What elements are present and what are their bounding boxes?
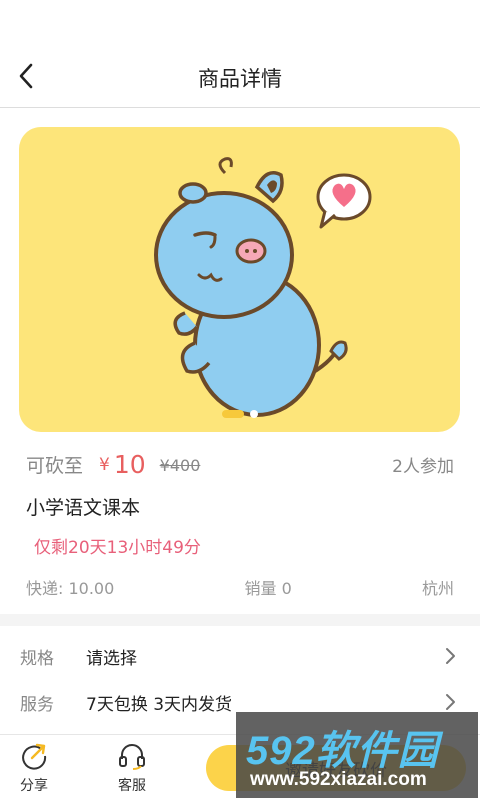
page-title: 商品详情	[198, 66, 282, 91]
share-icon	[22, 743, 47, 770]
ship-location: 杭州	[421, 579, 454, 598]
price-row: 可砍至 ¥ 10 ¥400 2人参加	[26, 448, 454, 480]
service-label: 服务	[20, 694, 54, 715]
bargain-price-label: 可砍至	[26, 454, 84, 477]
product-meta: 快递: 10.00 销量 0 杭州	[26, 575, 454, 599]
headset-icon	[119, 744, 145, 770]
product-name: 小学语文课本	[26, 497, 141, 519]
customer-service-button[interactable]: 客服	[102, 741, 162, 795]
share-button[interactable]: 分享	[4, 741, 64, 795]
status-bar	[0, 0, 480, 48]
invite-bargain-label: 邀请好友砍价	[285, 760, 387, 781]
carousel-dot[interactable]	[249, 410, 258, 418]
chevron-right-icon	[446, 648, 455, 664]
hippo-illustration	[154, 157, 372, 417]
share-label: 分享	[20, 778, 48, 794]
nav-bar: 商品详情	[0, 48, 480, 108]
countdown-timer: 仅剩20天13小时49分	[34, 538, 201, 558]
bargain-price: 10	[113, 449, 146, 479]
section-divider	[0, 614, 480, 626]
service-info[interactable]: 服务 7天包换 3天内发货	[20, 682, 456, 722]
spec-selector[interactable]: 规格 请选择	[20, 636, 456, 676]
invite-bargain-button[interactable]: 邀请好友砍价	[206, 745, 466, 791]
carousel-dots	[19, 410, 460, 418]
sales-count: 销量 0	[244, 579, 292, 598]
chevron-right-icon	[446, 694, 455, 710]
back-button[interactable]	[10, 60, 42, 92]
service-value: 7天包换 3天内发货	[86, 694, 233, 715]
product-image-carousel[interactable]	[19, 127, 460, 432]
carousel-dot-active[interactable]	[221, 410, 244, 418]
chevron-left-icon	[19, 63, 33, 89]
customer-service-label: 客服	[118, 778, 146, 794]
original-price: ¥400	[159, 456, 201, 475]
spec-label: 规格	[20, 648, 54, 669]
bottom-action-bar: 分享 客服 邀请好友砍价	[0, 734, 480, 800]
shipping-fee: 快递: 10.00	[26, 579, 115, 598]
spec-value: 请选择	[86, 648, 137, 669]
participants-count: 2人参加	[392, 456, 454, 477]
currency-symbol: ¥	[99, 455, 110, 475]
